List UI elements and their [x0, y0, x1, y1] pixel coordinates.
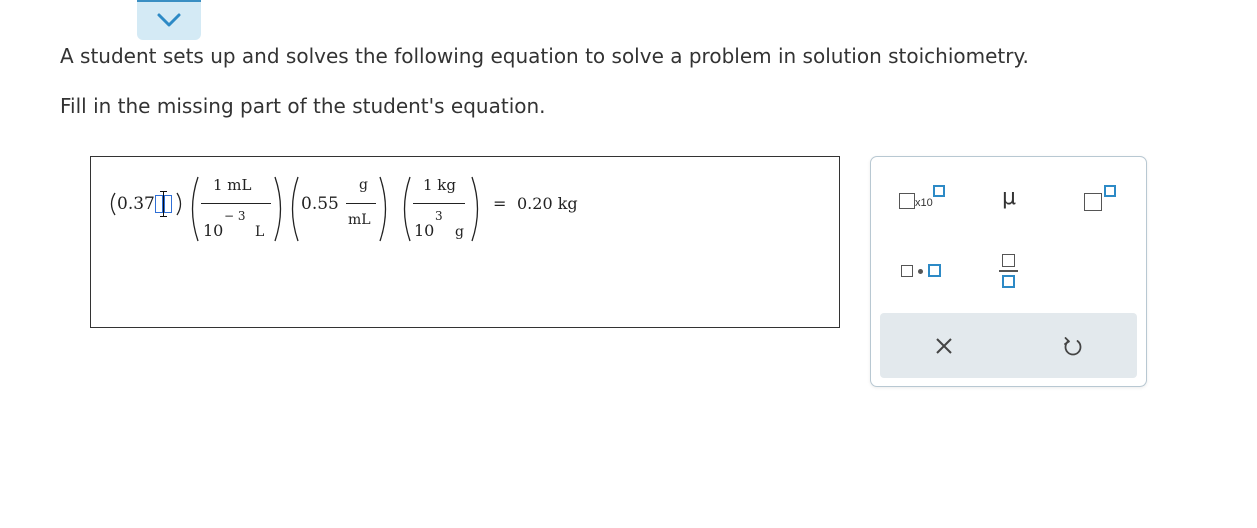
close-paren — [379, 176, 387, 242]
superscript-button[interactable] — [1073, 175, 1123, 215]
open-paren — [191, 176, 199, 242]
factor1-denominator-base: 10 — [203, 221, 224, 240]
superscript-icon — [1078, 177, 1118, 213]
multiply-dot-button[interactable] — [891, 253, 951, 289]
result-value: 0.20 kg — [517, 194, 578, 213]
factor1-denominator-exponent: − 3 — [224, 209, 246, 223]
cursor-cap-bottom — [160, 216, 167, 217]
scientific-notation-icon: x10 — [887, 177, 945, 213]
factor3-denominator-exponent: 3 — [435, 209, 443, 223]
math-palette: x10 μ — [870, 156, 1147, 387]
answer-input[interactable] — [153, 191, 177, 217]
close-paren — [471, 176, 479, 242]
input-box-right — [164, 195, 172, 213]
open-paren — [403, 176, 411, 242]
factor1-numerator: 1 mL — [213, 176, 252, 194]
palette-action-bar — [880, 313, 1137, 378]
factor2-numerator-unit: g — [359, 177, 368, 193]
fraction-icon — [999, 251, 1019, 291]
factor3-numerator: 1 kg — [423, 176, 457, 194]
input-box-left — [155, 195, 163, 213]
open-paren — [291, 176, 299, 242]
chevron-down-icon — [157, 13, 181, 27]
collapse-button[interactable] — [137, 0, 201, 40]
factor1-denominator-unit: L — [255, 224, 265, 240]
mu-button[interactable]: μ — [989, 177, 1029, 217]
factor3-denominator-base: 10 — [414, 221, 435, 240]
x10-label: x10 — [915, 197, 933, 209]
undo-button[interactable] — [1023, 313, 1123, 378]
instruction-text: Fill in the missing part of the student'… — [60, 94, 546, 118]
cursor-cap-top — [160, 191, 167, 192]
factor2-denominator-unit: mL — [348, 212, 371, 228]
fraction-button[interactable] — [991, 247, 1027, 295]
equation-editor[interactable]: 0.37 1 mL 10 − 3 L 0.55 g mL 1 kg 10 3 g… — [90, 156, 840, 328]
text-cursor — [163, 191, 164, 217]
undo-icon — [1064, 336, 1082, 355]
fraction-bar — [413, 203, 465, 204]
question-text: A student sets up and solves the followi… — [60, 44, 1029, 68]
scientific-notation-button[interactable]: x10 — [885, 175, 945, 215]
factor2-value: 0.55 — [301, 194, 339, 214]
term1-value: 0.37 — [117, 194, 155, 214]
equals-sign: = — [493, 194, 507, 213]
fraction-bar — [201, 203, 271, 204]
close-icon — [936, 337, 952, 354]
mu-icon: μ — [1002, 184, 1016, 210]
open-paren — [110, 192, 116, 216]
clear-button[interactable] — [894, 313, 994, 378]
fraction-bar — [346, 203, 376, 204]
close-paren — [176, 192, 182, 216]
factor3-denominator-unit: g — [455, 224, 464, 240]
multiplication-dot-icon — [895, 261, 947, 281]
